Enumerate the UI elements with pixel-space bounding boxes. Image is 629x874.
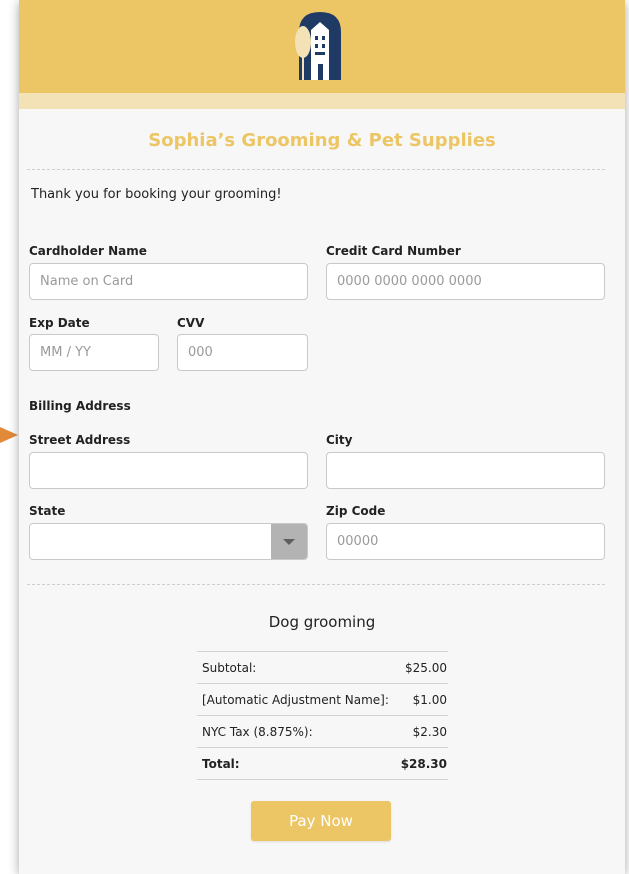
cardholder-name-input[interactable]: [29, 263, 308, 300]
state-select[interactable]: [29, 523, 308, 560]
billing-address-heading: Billing Address: [29, 399, 131, 413]
exp-date-input[interactable]: [29, 334, 159, 371]
summary-label: NYC Tax (8.875%):: [202, 724, 313, 739]
zip-code-label: Zip Code: [326, 504, 386, 518]
product-name: Dog grooming: [268, 613, 376, 631]
summary-label: Subtotal:: [202, 660, 257, 675]
summary-value: $28.30: [400, 756, 447, 771]
store-logo-icon: [295, 12, 341, 80]
summary-row-tax: NYC Tax (8.875%): $2.30: [197, 715, 448, 747]
summary-value: $2.30: [412, 724, 447, 739]
summary-row-subtotal: Subtotal: $25.00: [197, 651, 448, 683]
order-summary-table: Subtotal: $25.00 [Automatic Adjustment N…: [197, 651, 448, 780]
state-label: State: [29, 504, 66, 518]
city-input[interactable]: [326, 452, 605, 489]
state-dropdown-button[interactable]: [271, 524, 307, 559]
divider: [27, 584, 605, 585]
store-name: Sophia’s Grooming & Pet Supplies: [148, 130, 496, 151]
cvv-input[interactable]: [177, 334, 308, 371]
summary-label: [Automatic Adjustment Name]:: [202, 692, 389, 707]
checkout-card: Sophia’s Grooming & Pet Supplies Thank y…: [19, 0, 625, 874]
thank-you-message: Thank you for booking your grooming!: [31, 187, 282, 202]
summary-row-total: Total: $28.30: [197, 747, 448, 780]
zip-code-input[interactable]: [326, 523, 605, 560]
chevron-down-icon: [283, 539, 295, 545]
summary-label: Total:: [202, 756, 240, 771]
cardholder-label: Cardholder Name: [29, 244, 147, 258]
street-address-input[interactable]: [29, 452, 308, 489]
header-strip: [19, 93, 625, 109]
summary-row-adjustment: [Automatic Adjustment Name]: $1.00: [197, 683, 448, 715]
city-label: City: [326, 433, 353, 447]
cvv-label: CVV: [177, 316, 205, 330]
pointer-arrow-icon: [0, 427, 18, 443]
card-number-label: Credit Card Number: [326, 244, 461, 258]
exp-date-label: Exp Date: [29, 316, 90, 330]
pay-now-button[interactable]: Pay Now: [251, 801, 391, 841]
summary-value: $1.00: [412, 692, 447, 707]
divider: [27, 169, 605, 170]
card-number-input[interactable]: [326, 263, 605, 300]
street-address-label: Street Address: [29, 433, 131, 447]
summary-value: $25.00: [405, 660, 447, 675]
